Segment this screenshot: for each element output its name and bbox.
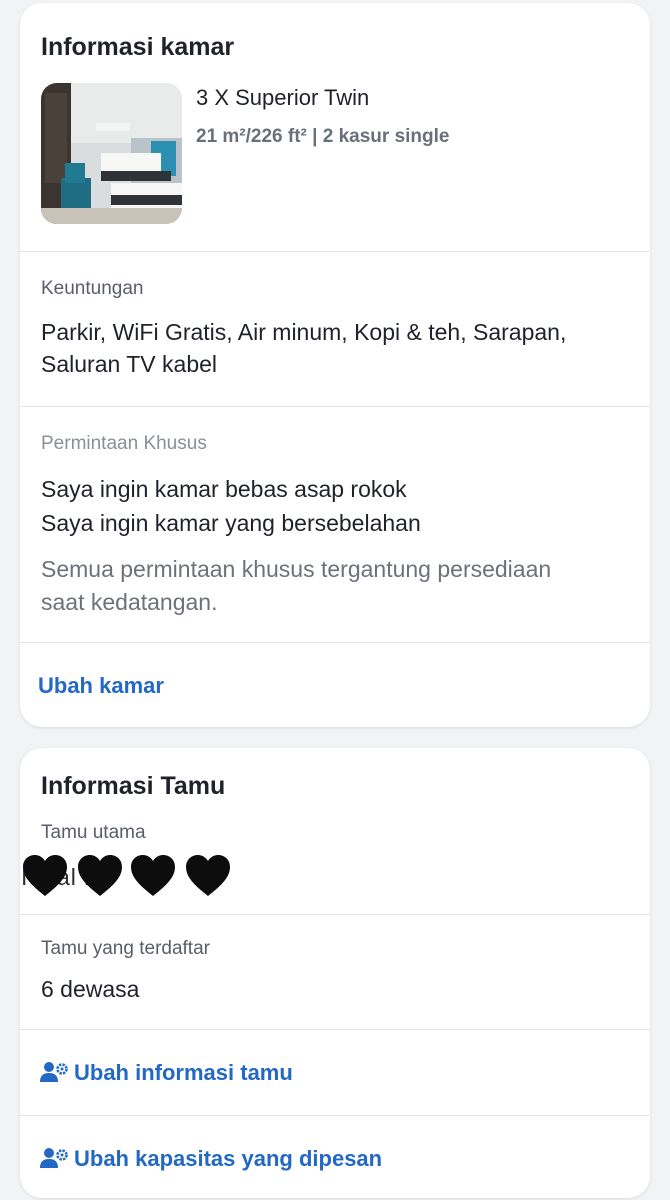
special-request-item: Saya ingin kamar bebas asap rokok [41,476,407,502]
edit-capacity-link[interactable]: Ubah kapasitas yang dipesan [40,1146,382,1172]
user-gear-icon [40,1061,70,1083]
room-spec: 21 m²/226 ft² | 2 kasur single [196,126,450,147]
black-heart-icon [78,855,122,896]
special-requests-note-line-2: saat kedatangan. [41,589,218,615]
room-info-title: Informasi kamar [41,33,235,61]
black-heart-icon [23,855,67,896]
divider [20,1029,650,1030]
registered-guests-label: Tamu yang terdaftar [41,938,210,959]
room-photo [41,83,182,224]
special-requests-note-line-1: Semua permintaan khusus tergantung perse… [41,556,552,582]
divider [20,642,650,643]
black-heart-icon [186,855,230,896]
benefits-label: Keuntungan [41,278,144,299]
user-gear-icon [40,1147,70,1169]
edit-guest-info-link[interactable]: Ubah informasi tamu [40,1060,293,1086]
divider [20,406,650,407]
change-room-link[interactable]: Ubah kamar [38,673,164,699]
edit-guest-info-label: Ubah informasi tamu [74,1060,293,1085]
divider [20,1115,650,1116]
main-guest-name: I A al r [21,852,281,902]
main-guest-label: Tamu utama [41,822,146,843]
black-heart-icon [131,855,175,896]
room-info-card: Informasi kamar 3 X Superior Twin 21 m²/… [20,3,650,727]
benefits-line-2: Saluran TV kabel [41,351,218,377]
room-name: 3 X Superior Twin [196,85,370,110]
special-requests-label: Permintaan Khusus [41,433,207,454]
edit-capacity-label: Ubah kapasitas yang dipesan [74,1146,383,1171]
registered-guests-value: 6 dewasa [41,976,140,1002]
guest-info-title: Informasi Tamu [41,772,226,800]
divider [20,251,650,252]
special-request-item: Saya ingin kamar yang bersebelahan [41,510,421,536]
room-photo-image [41,83,182,224]
guest-info-card: Informasi Tamu Tamu utama Tamu yang terd… [20,748,650,1198]
benefits-line-1: Parkir, WiFi Gratis, Air minum, Kopi & t… [41,319,567,345]
divider [20,914,650,915]
